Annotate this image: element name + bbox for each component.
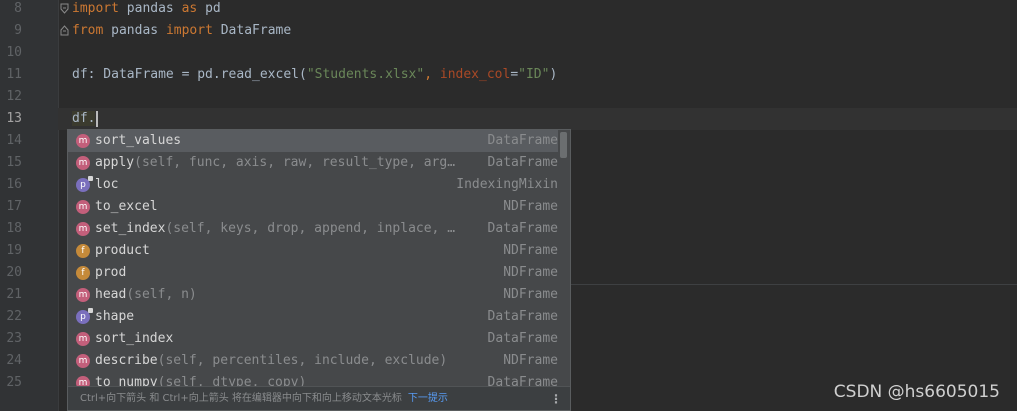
completion-item-type: DataFrame (487, 221, 558, 236)
completion-item-type: NDFrame (503, 199, 558, 214)
line-number: 25 (6, 375, 22, 390)
completion-item-signature: (self, n) (126, 287, 197, 302)
line-number: 20 (6, 265, 22, 280)
completion-item-type: NDFrame (503, 353, 558, 368)
completion-item[interactable]: p shape DataFrame (68, 306, 558, 328)
completion-item-label: shape (95, 309, 135, 324)
line-number: 18 (6, 221, 22, 236)
completion-item-label: sort_index (95, 331, 174, 346)
completion-item-signature: (self, percentiles, include, exclude) (157, 353, 448, 368)
popup-footer: Ctrl+向下箭头 和 Ctrl+向上箭头 将在编辑器中向下和向上移动文本光标下… (68, 386, 570, 410)
completion-item-signature: (self, func, axis, raw, result_type, arg… (134, 155, 456, 170)
completion-item-type: NDFrame (503, 265, 558, 280)
footer-hint: Ctrl+向下箭头 和 Ctrl+向上箭头 将在编辑器中向下和向上移动文本光标 (80, 393, 402, 404)
text-caret (96, 110, 99, 127)
method-icon: m (76, 200, 90, 214)
completion-item-label: head(self, n) (95, 287, 197, 302)
lock-icon (88, 176, 93, 181)
completion-item[interactable]: m apply(self, func, axis, raw, result_typ… (68, 152, 558, 174)
completion-item-label: set_index(self, keys, drop, append, inpl… (95, 221, 456, 236)
line-number: 24 (6, 353, 22, 368)
completion-item[interactable]: m sort_index DataFrame (68, 328, 558, 350)
method-icon: m (76, 288, 90, 302)
code-line: 10 (0, 42, 1017, 64)
line-number: 16 (6, 177, 22, 192)
completion-item-signature: (self, keys, drop, append, inplace, … (165, 221, 456, 236)
method-icon: m (76, 354, 90, 368)
completion-item-type: DataFrame (487, 309, 558, 324)
lock-icon (88, 308, 93, 313)
completion-item-type: DataFrame (487, 331, 558, 346)
code-line: 12 (0, 86, 1017, 108)
code-line: 8 import pandas as pd (0, 0, 1017, 20)
line-number: 17 (6, 199, 22, 214)
completion-item-type: DataFrame (487, 155, 558, 170)
completion-item-type: IndexingMixin (456, 177, 558, 192)
method-icon: m (76, 222, 90, 236)
completion-popup[interactable]: m sort_values DataFrame m apply(self, func, … (67, 129, 571, 411)
completion-item-label: sort_values (95, 133, 182, 148)
function-icon: f (76, 244, 90, 258)
fold-icon[interactable] (60, 25, 69, 36)
completion-item[interactable]: f product NDFrame (68, 240, 558, 262)
method-icon: m (76, 332, 90, 346)
completion-item-label: describe(self, percentiles, include, exc… (95, 353, 448, 368)
completion-item[interactable]: m describe(self, percentiles, include, ex… (68, 350, 558, 372)
line-number: 10 (6, 45, 22, 60)
completion-item-type: DataFrame (487, 133, 558, 148)
completion-item-label: prod (95, 265, 127, 280)
fold-icon[interactable] (60, 3, 69, 14)
line-number: 13 (6, 111, 22, 126)
code-text: df: DataFrame = pd.read_excel("Students.… (72, 67, 558, 82)
completion-item-type: NDFrame (503, 287, 558, 302)
line-number: 8 (14, 1, 22, 16)
code-text: from pandas import DataFrame (72, 23, 292, 38)
line-number: 11 (6, 67, 22, 82)
popup-scrollbar[interactable] (560, 132, 567, 158)
line-number: 23 (6, 331, 22, 346)
code-text: import pandas as pd (72, 1, 221, 16)
line-number: 22 (6, 309, 22, 324)
property-icon: p (76, 308, 93, 324)
completion-item-label: loc (95, 177, 119, 192)
editor-guide-line (570, 284, 1017, 285)
completion-item[interactable]: m to_excel NDFrame (68, 196, 558, 218)
completion-item[interactable]: m head(self, n) NDFrame (68, 284, 558, 306)
next-tip-link[interactable]: 下一提示 (408, 393, 448, 404)
completion-item-label: product (95, 243, 150, 258)
code-line: 11 df: DataFrame = pd.read_excel("Studen… (0, 64, 1017, 86)
line-number: 9 (14, 23, 22, 38)
line-number: 19 (6, 243, 22, 258)
line-number: 12 (6, 89, 22, 104)
line-number: 15 (6, 155, 22, 170)
code-line: 9 from pandas import DataFrame (0, 20, 1017, 42)
completion-item-type: NDFrame (503, 243, 558, 258)
line-number: 21 (6, 287, 22, 302)
completion-item[interactable]: p loc IndexingMixin (68, 174, 558, 196)
more-options-icon[interactable]: ⋮ (550, 387, 562, 410)
method-icon: m (76, 134, 90, 148)
completion-item-label: apply(self, func, axis, raw, result_type… (95, 155, 456, 170)
completion-item[interactable]: m set_index(self, keys, drop, append, inp… (68, 218, 558, 240)
line-number: 14 (6, 133, 22, 148)
completion-item[interactable]: f prod NDFrame (68, 262, 558, 284)
code-text: df. (72, 108, 99, 130)
property-icon: p (76, 176, 93, 192)
completion-item-label: to_excel (95, 199, 158, 214)
completion-item[interactable]: m sort_values DataFrame (68, 130, 558, 152)
current-code-line: 13 df. (0, 108, 1017, 130)
watermark: CSDN @hs6605015 (833, 382, 1000, 402)
function-icon: f (76, 266, 90, 280)
method-icon: m (76, 156, 90, 170)
